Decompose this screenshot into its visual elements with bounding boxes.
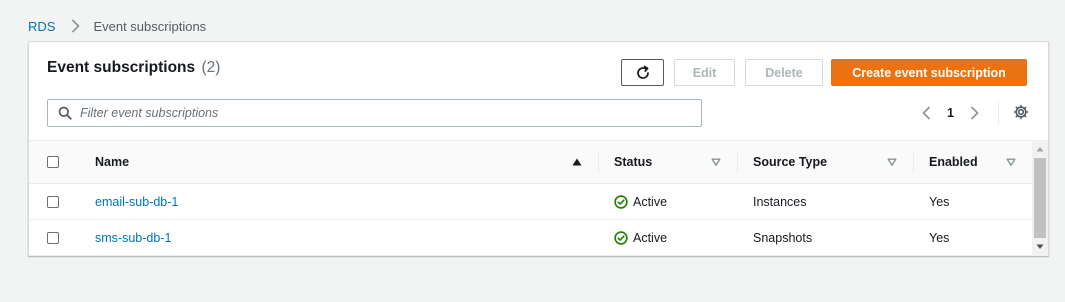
enabled-cell: Yes bbox=[929, 194, 950, 209]
sort-ascending-icon[interactable] bbox=[572, 157, 582, 167]
status-cell: Active bbox=[598, 184, 737, 220]
column-header-enabled-label: Enabled bbox=[929, 155, 978, 169]
status-text: Active bbox=[633, 194, 668, 209]
column-header-enabled[interactable]: Enabled bbox=[913, 141, 1032, 184]
name-cell: sms-sub-db-1 bbox=[79, 220, 598, 256]
check-circle-icon bbox=[614, 194, 628, 209]
source-type-cell: Instances bbox=[753, 194, 807, 209]
status-cell: Active bbox=[598, 220, 737, 256]
subscriptions-table: Name Status Source Type Enabled email-su… bbox=[29, 140, 1032, 256]
breadcrumb-rds-link[interactable]: RDS bbox=[28, 19, 55, 34]
subscription-name-link[interactable]: sms-sub-db-1 bbox=[95, 231, 171, 245]
panel-header: Event subscriptions (2) Edit Delete Crea… bbox=[29, 42, 1048, 140]
status-text: Active bbox=[633, 230, 668, 245]
breadcrumb-current: Event subscriptions bbox=[93, 18, 207, 34]
column-header-name-label: Name bbox=[95, 155, 130, 169]
next-page-icon[interactable] bbox=[968, 106, 982, 120]
column-header-source-type-label: Source Type bbox=[753, 155, 828, 169]
table-header-row: Name Status Source Type Enabled bbox=[29, 140, 1032, 184]
item-count: (2) bbox=[201, 59, 221, 76]
delete-button[interactable]: Delete bbox=[745, 59, 823, 86]
refresh-icon bbox=[635, 65, 651, 81]
page-title: Event subscriptions (2) bbox=[47, 59, 220, 77]
column-header-source-type[interactable]: Source Type bbox=[737, 141, 913, 184]
search-input[interactable] bbox=[80, 100, 701, 126]
column-header-name[interactable]: Name bbox=[79, 141, 598, 184]
edit-button[interactable]: Edit bbox=[674, 59, 735, 86]
pagination-divider bbox=[998, 101, 999, 125]
vertical-scrollbar[interactable] bbox=[1032, 140, 1048, 256]
select-all-cell bbox=[29, 141, 79, 184]
pagination: 1 bbox=[919, 101, 982, 125]
row-select-cell bbox=[29, 220, 79, 256]
search-icon bbox=[58, 106, 72, 120]
sort-caret-down-icon[interactable] bbox=[711, 157, 721, 167]
select-all-checkbox[interactable] bbox=[47, 156, 59, 168]
column-divider bbox=[913, 152, 914, 173]
refresh-button[interactable] bbox=[621, 59, 664, 86]
breadcrumb: RDS Event subscriptions bbox=[28, 17, 206, 35]
subscriptions-table-container: Name Status Source Type Enabled email-su… bbox=[29, 140, 1032, 256]
search-field[interactable] bbox=[47, 99, 702, 127]
sort-caret-down-icon[interactable] bbox=[1006, 157, 1016, 167]
enabled-cell: Yes bbox=[929, 230, 950, 245]
source-type-cell: Snapshots bbox=[753, 230, 813, 245]
sort-caret-down-icon[interactable] bbox=[887, 157, 897, 167]
chevron-right-icon bbox=[68, 19, 82, 33]
row-select-cell bbox=[29, 184, 79, 220]
column-header-status[interactable]: Status bbox=[598, 141, 737, 184]
create-event-subscription-button[interactable]: Create event subscription bbox=[831, 59, 1027, 86]
check-circle-icon bbox=[614, 230, 628, 245]
gear-icon[interactable] bbox=[1013, 104, 1029, 120]
event-subscriptions-panel: Event subscriptions (2) Edit Delete Crea… bbox=[28, 41, 1049, 256]
name-cell: email-sub-db-1 bbox=[79, 184, 598, 220]
table-row[interactable]: email-sub-db-1 Active Instances Yes bbox=[29, 184, 1032, 220]
status-badge: Active bbox=[614, 231, 737, 245]
table-row[interactable]: sms-sub-db-1 Active Snapshots Yes bbox=[29, 220, 1032, 256]
row-checkbox[interactable] bbox=[47, 195, 59, 208]
current-page[interactable]: 1 bbox=[947, 106, 954, 120]
previous-page-icon[interactable] bbox=[919, 106, 933, 120]
column-divider bbox=[598, 152, 599, 173]
panel-title: Event subscriptions bbox=[47, 59, 196, 76]
scroll-up-arrow-icon[interactable] bbox=[1032, 142, 1048, 156]
column-divider bbox=[737, 152, 738, 173]
status-badge: Active bbox=[614, 195, 737, 209]
scrollbar-thumb[interactable] bbox=[1034, 158, 1046, 238]
column-header-status-label: Status bbox=[614, 155, 653, 169]
subscription-name-link[interactable]: email-sub-db-1 bbox=[95, 195, 178, 209]
row-checkbox[interactable] bbox=[47, 231, 59, 244]
scroll-down-arrow-icon[interactable] bbox=[1032, 240, 1048, 254]
